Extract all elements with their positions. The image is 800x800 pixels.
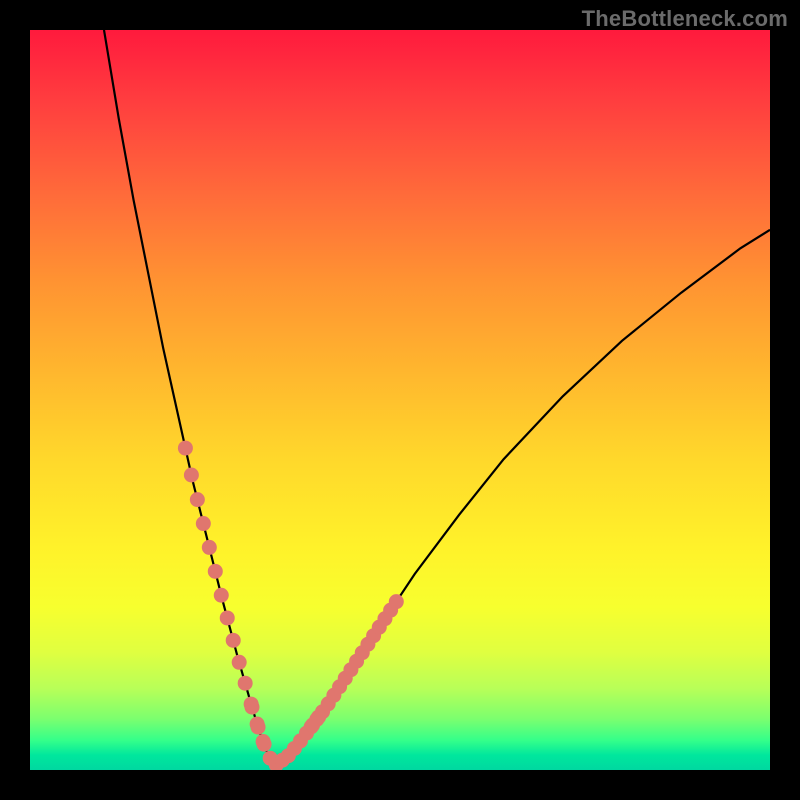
curve-layer — [30, 30, 770, 770]
marker-dot — [238, 676, 253, 691]
marker-dot — [214, 588, 229, 603]
marker-dot — [202, 540, 217, 555]
marker-dot — [389, 594, 404, 609]
threshold-markers — [178, 441, 404, 770]
marker-dot — [220, 610, 235, 625]
curve-left-branch — [104, 30, 274, 766]
marker-dot — [178, 441, 193, 456]
marker-dot — [245, 700, 260, 715]
plot-area — [30, 30, 770, 770]
marker-dot — [208, 564, 223, 579]
marker-dot — [190, 492, 205, 507]
marker-dot — [226, 633, 241, 648]
watermark-text: TheBottleneck.com — [582, 6, 788, 32]
marker-dot — [232, 655, 247, 670]
curve-right-branch — [274, 230, 770, 767]
marker-dot — [196, 516, 211, 531]
marker-dot — [311, 709, 326, 724]
chart-frame: TheBottleneck.com — [0, 0, 800, 800]
marker-dot — [251, 720, 266, 735]
marker-dot — [257, 737, 272, 752]
bottleneck-curve — [104, 30, 770, 766]
marker-dot — [184, 468, 199, 483]
